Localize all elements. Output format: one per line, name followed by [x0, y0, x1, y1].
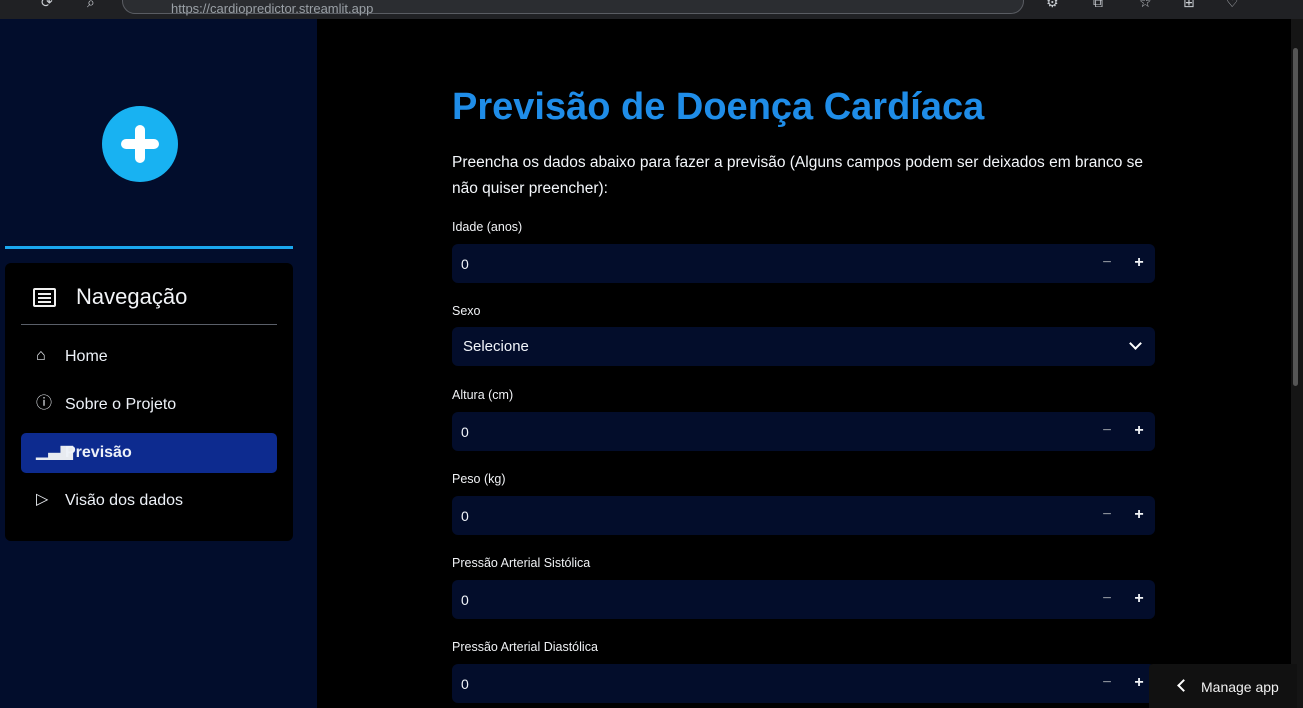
age-input[interactable]: 0	[461, 256, 469, 272]
sidebar-item-sobre-o-projeto[interactable]: ⓘ Sobre o Projeto	[21, 385, 277, 425]
extensions-icon[interactable]: ⚙	[1046, 0, 1059, 11]
sidebar-item-label: Previsão	[65, 444, 132, 461]
diastolic-decrease-button[interactable]: −	[1099, 674, 1115, 692]
chevron-down-icon	[1129, 337, 1142, 350]
sex-selected-value: Selecione	[463, 338, 529, 355]
height-stepper[interactable]: 0 − +	[452, 412, 1155, 451]
browser-chrome: ⟳ ⌕ https://cardiopredictor.streamlit.ap…	[0, 0, 1303, 19]
bar-chart-icon: ▁▃▆	[36, 443, 73, 460]
sidebar-item-previsao[interactable]: ▁▃▆ Previsão	[21, 433, 277, 473]
systolic-pressure-input[interactable]: 0	[461, 592, 469, 608]
systolic-decrease-button[interactable]: −	[1099, 590, 1115, 608]
manage-app-button[interactable]: Manage app	[1149, 664, 1297, 708]
page-description: Preencha os dados abaixo para fazer a pr…	[452, 154, 1144, 197]
weight-increase-button[interactable]: +	[1131, 506, 1147, 524]
field-label-idade: Idade (anos)	[452, 220, 523, 234]
sidebar-item-label: Visão dos dados	[65, 492, 184, 509]
field-label-sexo: Sexo	[452, 304, 481, 318]
scrollbar-thumb[interactable]	[1293, 48, 1298, 386]
navigation-header: Navegação	[21, 282, 277, 325]
systolic-increase-button[interactable]: +	[1131, 590, 1147, 608]
weight-input[interactable]: 0	[461, 508, 469, 524]
field-label-pressao-diastolica: Pressão Arterial Diastólica	[452, 640, 598, 654]
refresh-icon[interactable]: ⟳	[41, 0, 53, 11]
navigation-title: Navegação	[76, 284, 188, 309]
sex-select[interactable]: Selecione	[452, 327, 1155, 366]
systolic-pressure-stepper[interactable]: 0 − +	[452, 580, 1155, 619]
sidebar-item-label: Home	[65, 348, 108, 365]
weight-decrease-button[interactable]: −	[1099, 506, 1115, 524]
collections-icon[interactable]: ⊞	[1183, 0, 1195, 11]
browser-essentials-icon[interactable]: ♡	[1226, 0, 1239, 11]
main-content: Previsão de Doença Cardíaca Preencha os …	[317, 19, 1291, 708]
height-decrease-button[interactable]: −	[1099, 422, 1115, 440]
search-icon[interactable]: ⌕	[87, 0, 95, 11]
chevron-left-icon	[1177, 679, 1190, 692]
sidebar-divider	[5, 246, 293, 249]
sidebar-item-visao-dos-dados[interactable]: ▷ Visão dos dados	[21, 481, 277, 521]
diastolic-increase-button[interactable]: +	[1131, 674, 1147, 692]
age-decrease-button[interactable]: −	[1099, 254, 1115, 272]
navigation-menu: Navegação ⌂ Home ⓘ Sobre o Projeto ▁▃▆ P…	[5, 263, 293, 541]
field-label-pressao-sistolica: Pressão Arterial Sistólica	[452, 556, 591, 570]
field-label-altura: Altura (cm)	[452, 388, 514, 402]
play-icon: ▷	[36, 491, 49, 508]
age-increase-button[interactable]: +	[1131, 254, 1147, 272]
manage-app-label: Manage app	[1201, 679, 1279, 695]
menu-icon	[33, 288, 56, 307]
height-input[interactable]: 0	[461, 424, 469, 440]
diastolic-pressure-input[interactable]: 0	[461, 676, 469, 692]
sidebar: Navegação ⌂ Home ⓘ Sobre o Projeto ▁▃▆ P…	[0, 19, 317, 708]
page-title: Previsão de Doença Cardíaca	[452, 86, 985, 128]
field-label-peso: Peso (kg)	[452, 472, 506, 486]
weight-stepper[interactable]: 0 − +	[452, 496, 1155, 535]
plus-logo-icon	[102, 106, 178, 182]
height-increase-button[interactable]: +	[1131, 422, 1147, 440]
age-stepper[interactable]: 0 − +	[452, 244, 1155, 283]
split-screen-icon[interactable]: ⧉	[1093, 0, 1103, 11]
sidebar-item-home[interactable]: ⌂ Home	[21, 337, 277, 377]
house-icon: ⌂	[36, 347, 46, 364]
info-icon: ⓘ	[36, 395, 53, 412]
favorites-icon[interactable]: ☆	[1139, 0, 1152, 11]
address-bar[interactable]: https://cardiopredictor.streamlit.app	[122, 0, 1024, 16]
sidebar-item-label: Sobre o Projeto	[65, 396, 177, 413]
diastolic-pressure-stepper[interactable]: 0 − +	[452, 664, 1155, 703]
